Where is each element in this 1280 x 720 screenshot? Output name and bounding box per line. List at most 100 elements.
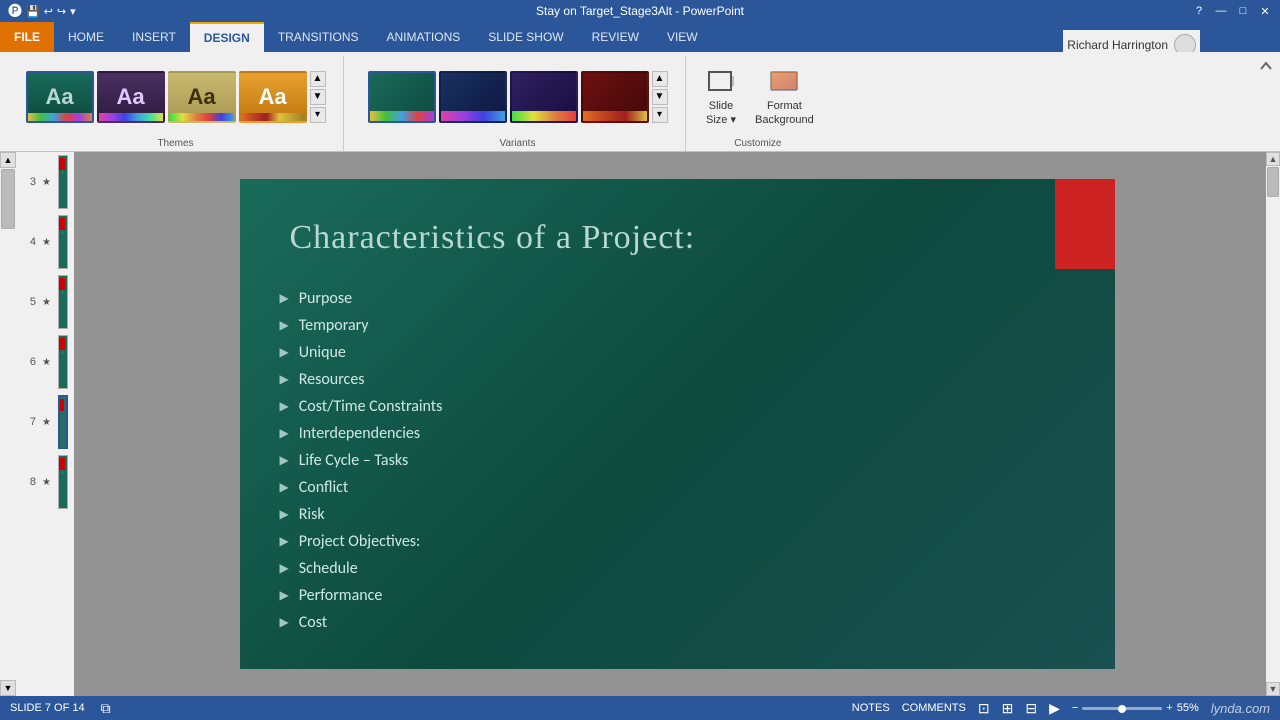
- variant-2[interactable]: [439, 71, 507, 123]
- slideshow-icon[interactable]: ⧉: [101, 700, 111, 717]
- variants-scroll-more[interactable]: ▾: [652, 107, 668, 123]
- title-bar: 🅟 💾 ↩ ↪ ▾ Stay on Target_Stage3Alt - Pow…: [0, 0, 1280, 22]
- view-slideshow-icon[interactable]: ▶: [1049, 700, 1060, 717]
- minimize-button[interactable]: —: [1214, 4, 1228, 18]
- zoom-area: − + 55%: [1072, 702, 1199, 714]
- zoom-out-button[interactable]: −: [1072, 702, 1078, 714]
- theme-4[interactable]: Aa: [239, 71, 307, 123]
- slide-thumbnail[interactable]: [58, 275, 68, 329]
- slide-item-3[interactable]: 3 ★: [16, 152, 74, 212]
- tab-file[interactable]: FILE: [0, 22, 54, 52]
- slide-thumbnail[interactable]: [58, 215, 68, 269]
- window-controls: ? — □ ✕: [1192, 4, 1272, 18]
- theme-3[interactable]: Aa: [168, 71, 236, 123]
- zoom-level[interactable]: 55%: [1177, 702, 1199, 714]
- view-grid-icon[interactable]: ⊞: [1002, 700, 1014, 717]
- bullet-text: Project Objectives:: [299, 532, 421, 551]
- bullet-item: ▶Temporary: [280, 314, 1075, 337]
- theme-2[interactable]: Aa: [97, 71, 165, 123]
- canvas-scroll-up[interactable]: ▲: [1266, 152, 1280, 166]
- view-reading-icon[interactable]: ⊟: [1025, 700, 1037, 717]
- variants-group-label: Variants: [500, 138, 536, 149]
- canvas-area: ▲ Characteristics of a Project: ▶Purpose…: [74, 152, 1280, 696]
- slide-thumb-accent: [58, 218, 65, 230]
- bullet-item: ▶Resources: [280, 368, 1075, 391]
- slide-thumbnail[interactable]: [58, 335, 68, 389]
- bullet-arrow: ▶: [280, 453, 289, 468]
- variants-scroll-down[interactable]: ▼: [652, 89, 668, 105]
- tab-review[interactable]: REVIEW: [578, 22, 653, 52]
- slide-number: 6: [22, 356, 36, 368]
- notes-button[interactable]: NOTES: [852, 702, 890, 714]
- tab-slideshow[interactable]: SLIDE SHOW: [474, 22, 577, 52]
- slide-thumbnail[interactable]: [58, 395, 68, 449]
- tab-home[interactable]: HOME: [54, 22, 118, 52]
- slide-list: 3 ★ 4 ★: [16, 152, 74, 696]
- restore-button[interactable]: □: [1236, 4, 1250, 18]
- slide-item-6[interactable]: 6 ★: [16, 332, 74, 392]
- slide-panel-scroll-down[interactable]: ▼: [0, 680, 16, 696]
- bullet-text: Cost/Time Constraints: [299, 397, 443, 416]
- customize-qat-icon[interactable]: ▾: [70, 5, 76, 18]
- slide-thumbnail[interactable]: [58, 155, 68, 209]
- theme-1[interactable]: Aa: [26, 71, 94, 123]
- ribbon-content: Aa Aa Aa Aa ▲ ▼ ▾: [0, 52, 1280, 152]
- tab-view[interactable]: VIEW: [653, 22, 712, 52]
- canvas-scroll-down[interactable]: ▼: [1266, 682, 1280, 696]
- slide-item-7[interactable]: 7 ★: [16, 392, 74, 452]
- bullet-text: Temporary: [299, 316, 369, 335]
- zoom-in-button[interactable]: +: [1166, 702, 1172, 714]
- slide-item-8[interactable]: 8 ★: [16, 452, 74, 512]
- format-background-button[interactable]: FormatBackground: [749, 62, 820, 130]
- canvas-vscroll-thumb[interactable]: [1267, 167, 1279, 197]
- slide-item-4[interactable]: 4 ★: [16, 212, 74, 272]
- variants-scroll-up[interactable]: ▲: [652, 71, 668, 87]
- bullet-item: ▶Purpose: [280, 287, 1075, 310]
- themes-scroll-down[interactable]: ▼: [310, 89, 326, 105]
- variant-1[interactable]: [368, 71, 436, 123]
- main-area: ▲ ▼ 3 ★ 4 ★: [0, 152, 1280, 696]
- canvas-vscroll: [1266, 166, 1280, 682]
- themes-scroll-more[interactable]: ▾: [310, 107, 326, 123]
- bullet-arrow: ▶: [280, 480, 289, 495]
- comments-button[interactable]: COMMENTS: [902, 702, 966, 714]
- slide-thumb-accent: [58, 278, 65, 290]
- slide-counter: SLIDE 7 OF 14: [10, 702, 85, 714]
- slide-canvas[interactable]: Characteristics of a Project: ▶Purpose▶T…: [240, 179, 1115, 669]
- status-bar-right: NOTES COMMENTS ⊡ ⊞ ⊟ ▶ − + 55% lynda.com: [852, 700, 1270, 717]
- help-button[interactable]: ?: [1192, 4, 1206, 18]
- slide-panel-scroll-up[interactable]: ▲: [0, 152, 16, 168]
- slide-size-button[interactable]: SlideSize ▾: [696, 62, 746, 130]
- view-normal-icon[interactable]: ⊡: [978, 700, 990, 717]
- customize-group: SlideSize ▾ FormatBack: [688, 56, 828, 151]
- slide-number: 8: [22, 476, 36, 488]
- slide-item-5[interactable]: 5 ★: [16, 272, 74, 332]
- slide-number: 4: [22, 236, 36, 248]
- variant-4[interactable]: [581, 71, 649, 123]
- bullet-arrow: ▶: [280, 507, 289, 522]
- ribbon-collapse-button[interactable]: [1256, 56, 1276, 76]
- redo-icon[interactable]: ↪: [57, 5, 66, 18]
- zoom-thumb[interactable]: [1118, 705, 1126, 713]
- bullet-arrow: ▶: [280, 345, 289, 360]
- slide-panel-scrollbar-thumb[interactable]: [1, 169, 15, 229]
- close-button[interactable]: ✕: [1258, 4, 1272, 18]
- tab-design[interactable]: DESIGN: [190, 22, 264, 52]
- bullet-text: Unique: [299, 343, 346, 362]
- zoom-slider[interactable]: [1082, 707, 1162, 710]
- slide-thumbnail[interactable]: [58, 455, 68, 509]
- undo-icon[interactable]: ↩: [44, 5, 53, 18]
- themes-scroll-up[interactable]: ▲: [310, 71, 326, 87]
- tab-animations[interactable]: ANIMATIONS: [372, 22, 474, 52]
- save-icon[interactable]: 💾: [26, 5, 40, 18]
- bullet-arrow: ▶: [280, 291, 289, 306]
- slide-thumb-accent: [58, 458, 65, 470]
- slide-content: ▶Purpose▶Temporary▶Unique▶Resources▶Cost…: [240, 277, 1115, 644]
- slide-panel-scroll-track: ▲ ▼: [0, 152, 16, 696]
- variant-3[interactable]: [510, 71, 578, 123]
- tab-transitions[interactable]: TRANSITIONS: [264, 22, 373, 52]
- slide-thumb-accent: [58, 399, 64, 411]
- bullet-item: ▶Project Objectives:: [280, 530, 1075, 553]
- tab-insert[interactable]: INSERT: [118, 22, 190, 52]
- slide-red-accent: [1055, 179, 1115, 269]
